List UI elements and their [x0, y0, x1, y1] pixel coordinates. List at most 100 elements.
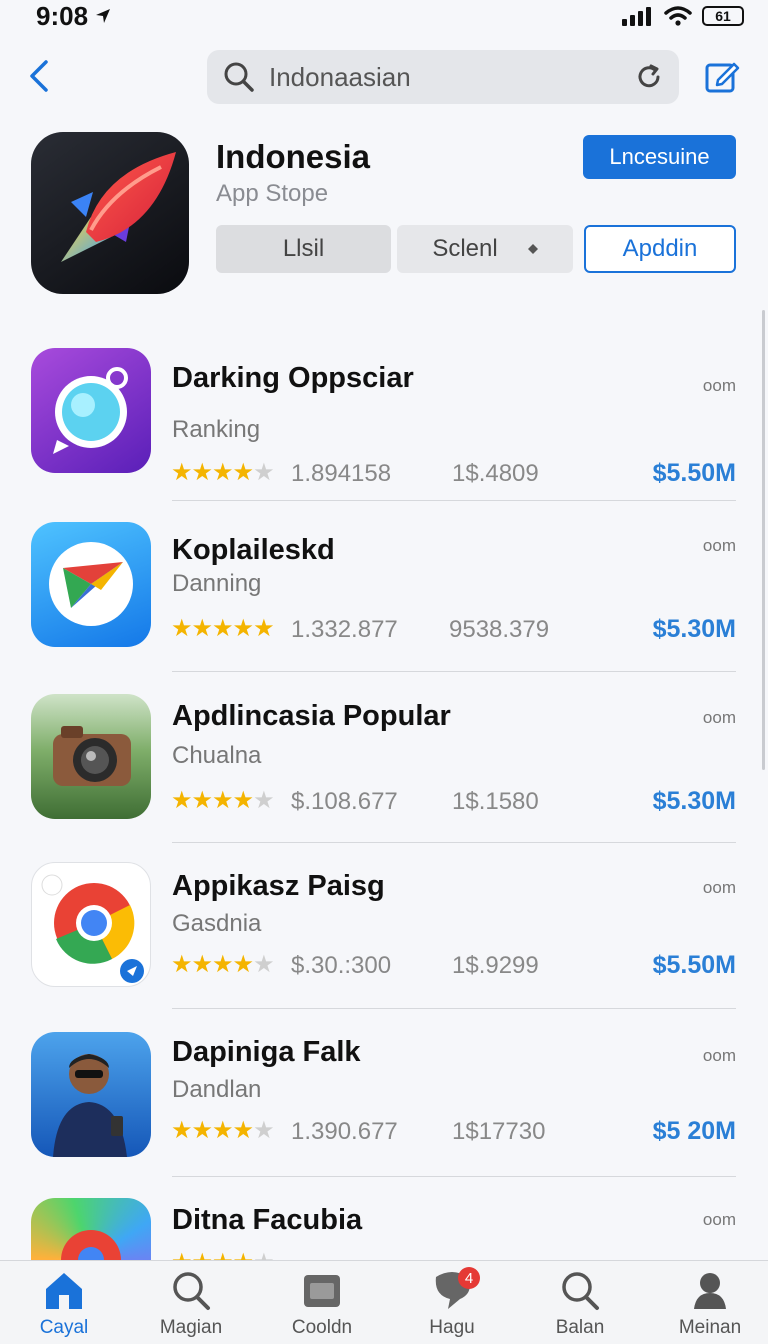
tab-label: Hagu — [429, 1317, 475, 1338]
app-category: Ranking — [172, 416, 261, 443]
segment-button-2[interactable]: Sclenl — [397, 225, 573, 273]
rating-count: 1.332.877 — [291, 616, 398, 643]
app-downloads: 1$17730 — [452, 1118, 546, 1145]
reload-icon[interactable] — [635, 63, 663, 91]
divider — [172, 1008, 736, 1009]
app-icon — [31, 132, 189, 294]
battery-icon: 61 — [702, 6, 744, 26]
app-tag: oom — [702, 376, 736, 395]
tab-label: Balan — [555, 1317, 605, 1338]
diamond-icon — [527, 244, 538, 254]
list-item[interactable]: Koplaileskd oom Danning ★★★★★ 1.332.877 … — [0, 520, 768, 690]
app-downloads: 1$.9299 — [452, 952, 539, 979]
wifi-icon — [664, 6, 692, 26]
search-input[interactable] — [269, 61, 621, 93]
tab-library[interactable]: Cooldn — [272, 1269, 372, 1341]
compose-icon — [705, 62, 740, 93]
divider — [172, 500, 736, 501]
app-price: $5.50M — [652, 951, 736, 979]
star-rating: ★★★★★ — [171, 787, 275, 814]
tab-profile[interactable]: Meinan — [660, 1269, 760, 1341]
tab-browse[interactable]: Balan — [530, 1269, 630, 1341]
segment-label: Llsil — [282, 235, 325, 262]
app-tag: oom — [702, 536, 736, 555]
app-row-icon — [31, 1198, 151, 1260]
rating-count: $.30.:300 — [291, 952, 392, 979]
location-arrow-icon — [96, 9, 111, 23]
tab-search[interactable]: Magian — [141, 1269, 241, 1341]
app-row-icon — [31, 1032, 151, 1157]
search-bar[interactable] — [207, 50, 679, 104]
rating-count: $.108.677 — [291, 788, 398, 815]
list-item[interactable]: Appikasz Paisg oom Gasdnia ★★★★★ $.30.:3… — [0, 862, 768, 1032]
tab-home[interactable]: Cayal — [14, 1269, 114, 1341]
person-icon — [694, 1273, 726, 1309]
app-row-icon — [31, 694, 151, 819]
list-item[interactable]: Apdlincasia Popular oom Chualna ★★★★★ $.… — [0, 692, 768, 862]
app-name: Apdlincasia Popular — [172, 700, 451, 732]
browser-icon — [61, 1230, 121, 1260]
nav-row — [0, 46, 768, 106]
status-icons: 61 — [622, 5, 744, 27]
app-name: Dapiniga Falk — [172, 1036, 361, 1068]
list-item[interactable]: Ditna Facubia oom ★★★★★ — [0, 1198, 768, 1260]
segment-label: Apddin — [622, 235, 698, 262]
app-subtitle: App Stope — [216, 180, 329, 207]
rating-count: 1.894158 — [291, 460, 392, 487]
folder-icon — [304, 1275, 340, 1307]
rocket-icon — [61, 152, 176, 262]
back-button[interactable] — [26, 58, 54, 94]
star-rating: ★★★★★ — [171, 1248, 275, 1260]
app-downloads: 1$.4809 — [452, 460, 539, 487]
divider — [172, 671, 736, 672]
app-row-icon — [31, 348, 151, 473]
app-row-icon — [31, 522, 151, 647]
person-photo-icon — [53, 1054, 127, 1157]
chevron-left-icon — [30, 60, 48, 92]
segment-button-1[interactable]: Llsil — [216, 225, 391, 273]
star-rating: ★★★★★ — [171, 459, 275, 486]
list-item[interactable]: Darking Oppsciar oom Ranking ★★★★★ 1.894… — [0, 348, 768, 518]
tab-label: Magian — [159, 1317, 223, 1338]
primary-button[interactable]: Lncesuine — [583, 135, 736, 179]
tab-label: Cayal — [39, 1317, 89, 1338]
search-icon — [173, 1272, 210, 1310]
segment-button-3[interactable]: Apddin — [584, 225, 736, 273]
app-category: Dandlan — [172, 1076, 262, 1103]
app-price: $5.30M — [652, 615, 736, 643]
status-time: 9:08 — [36, 1, 112, 32]
app-name: Koplaileskd — [172, 534, 335, 566]
status-bar: 9:08 61 — [0, 0, 768, 32]
rating-count: 1.390.677 — [291, 1118, 398, 1145]
tab-bar: Cayal Magian Cooldn 4 Hagu Balan Meinan — [0, 1260, 768, 1344]
segment-label: Sclenl — [432, 235, 498, 262]
app-title: Indonesia — [216, 138, 371, 175]
app-header: Indonesia App Stope Lncesuine Llsil Scle… — [0, 130, 768, 300]
app-tag: oom — [702, 708, 736, 727]
tab-label: Meinan — [678, 1317, 742, 1338]
camera-lens-icon — [53, 367, 128, 454]
app-row-icon — [31, 862, 151, 987]
app-tag: oom — [702, 878, 736, 897]
search-icon — [224, 62, 254, 92]
compass-icon — [49, 542, 133, 626]
browser-icon — [41, 874, 144, 983]
app-downloads: 1$.1580 — [452, 788, 539, 815]
app-downloads: 9538.379 — [449, 616, 550, 643]
notification-badge: 4 — [458, 1267, 480, 1289]
divider — [172, 842, 736, 843]
tab-messages[interactable]: 4 Hagu — [402, 1267, 502, 1341]
app-category: Chualna — [172, 742, 262, 769]
app-category: Danning — [172, 570, 262, 597]
app-price: $5 20M — [652, 1117, 736, 1145]
star-rating: ★★★★★ — [171, 951, 275, 978]
app-price: $5.50M — [652, 459, 736, 487]
app-name: Appikasz Paisg — [172, 870, 385, 902]
app-tag: oom — [702, 1046, 736, 1065]
divider — [172, 1176, 736, 1177]
compose-button[interactable] — [704, 58, 740, 94]
star-rating: ★★★★★ — [171, 1117, 275, 1144]
signal-icon — [622, 7, 651, 26]
app-tag: oom — [702, 1210, 736, 1229]
app-category: Gasdnia — [172, 910, 262, 937]
